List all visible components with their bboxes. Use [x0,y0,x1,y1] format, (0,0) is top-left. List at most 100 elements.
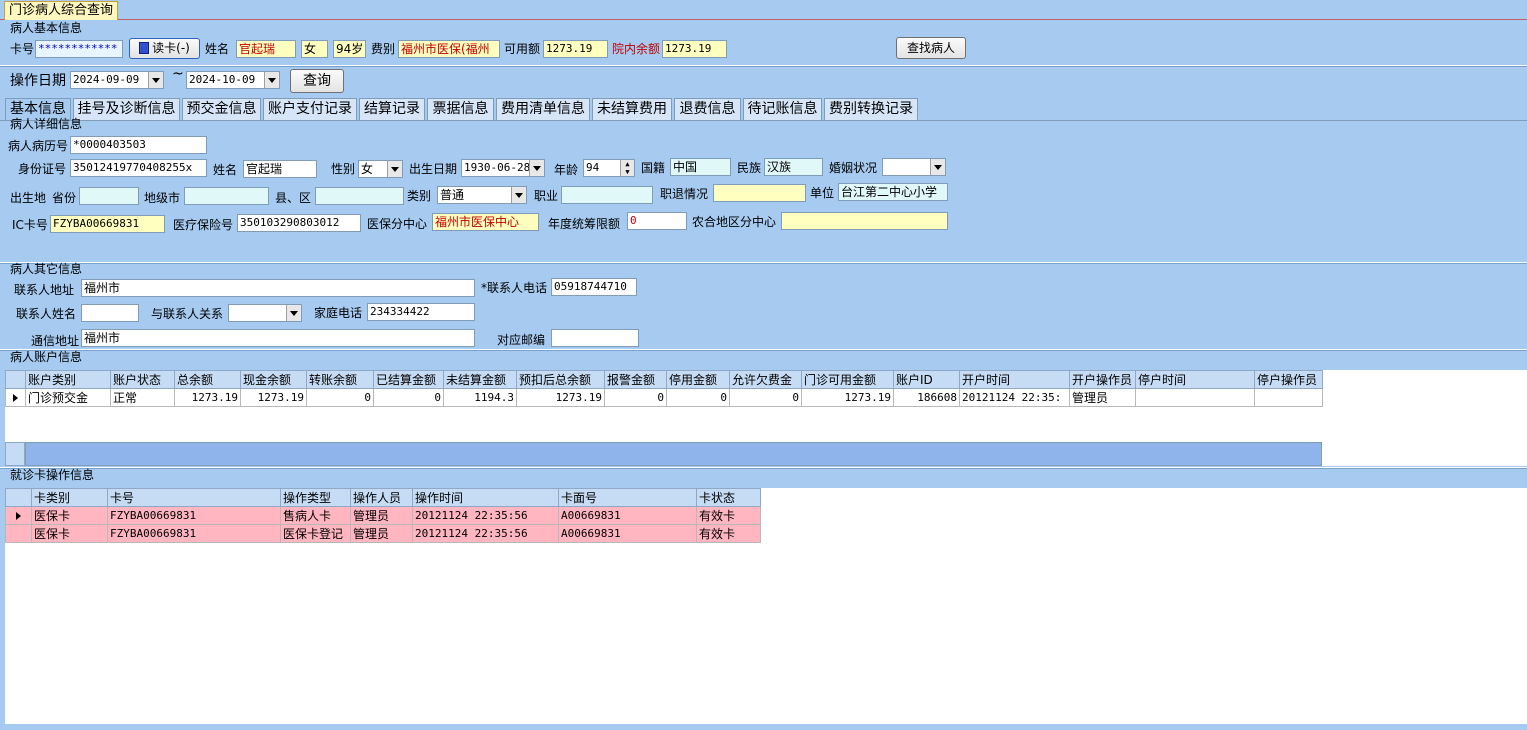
date-to-picker[interactable]: 2024-10-09 [186,71,280,89]
mail-addr-label: 通信地址 [31,334,80,348]
tab-refunds[interactable]: 退费信息 [674,98,741,120]
basic-name-field[interactable]: 官起瑞 [236,40,296,58]
marital-select[interactable] [882,158,946,176]
county-field[interactable] [315,187,404,205]
age-stepper[interactable]: 94 ▲ ▼ [583,159,635,177]
quota-field[interactable]: 0 [627,212,687,230]
id-field[interactable]: 35012419770408255x [70,159,207,177]
column-header[interactable]: 卡类别 [31,488,108,507]
column-header[interactable]: 预扣后总余额 [516,370,605,389]
tab-settlements[interactable]: 结算记录 [359,98,425,120]
table-row[interactable]: 医保卡 FZYBA00669831 售病人卡 管理员 20121124 22:3… [5,506,761,525]
column-header[interactable]: 操作类型 [280,488,351,507]
column-header[interactable]: 开户操作员 [1069,370,1136,389]
table-cell: FZYBA00669831 [107,506,281,525]
column-header[interactable]: 门诊可用金额 [801,370,894,389]
birth-picker[interactable]: 1930-06-28 [461,159,545,177]
tab-prepayment[interactable]: 预交金信息 [182,98,261,120]
tab-fee-list[interactable]: 费用清单信息 [496,98,590,120]
birth-label: 出生日期 [409,162,458,176]
column-header[interactable]: 现金余额 [240,370,307,389]
job-field[interactable] [561,186,653,204]
city-field[interactable] [184,187,269,205]
table-cell: 管理员 [350,506,413,525]
contact-name-field[interactable] [81,304,139,322]
postcode-field[interactable] [551,329,639,347]
contact-addr-field[interactable]: 福州市 [81,279,475,297]
chevron-down-icon[interactable] [264,72,279,88]
nationality-field[interactable]: 中国 [670,158,731,176]
chevron-down-icon[interactable] [286,305,301,321]
sex-select[interactable]: 女 [358,160,403,178]
column-header[interactable]: 已结算金额 [373,370,444,389]
tab-unsettled[interactable]: 未结算费用 [592,98,672,120]
tab-pending-bills[interactable]: 待记账信息 [743,98,822,120]
column-header[interactable]: 停户时间 [1135,370,1255,389]
tab-account-payments[interactable]: 账户支付记录 [263,98,357,120]
unit-field[interactable]: 台江第二中心小学 [838,183,948,201]
account-grid[interactable]: 账户类别 账户状态 总余额 现金余额 转账余额 已结算金额 未结算金额 预扣后总… [5,370,1527,466]
table-cell: 20121124 22:35:56 [412,506,559,525]
category-select[interactable]: 普通 [437,186,527,204]
table-row[interactable]: 门诊预交金 正常 1273.19 1273.19 0 0 1194.3 1273… [5,388,1323,407]
read-card-button[interactable]: 读卡(-) [129,38,200,59]
card-no-field[interactable]: ************ [35,40,123,58]
query-button[interactable]: 查询 [290,69,344,93]
window-tab[interactable]: 门诊病人综合查询 [4,1,119,20]
column-header[interactable]: 开户时间 [959,370,1070,389]
mail-addr-field[interactable]: 福州市 [81,329,475,347]
column-header[interactable]: 操作人员 [350,488,413,507]
home-phone-field[interactable]: 234334422 [367,303,475,321]
column-header[interactable]: 账户状态 [110,370,175,389]
tab-invoices[interactable]: 票据信息 [427,98,494,120]
category-label: 类别 [407,189,432,203]
stepper-arrows-icon[interactable]: ▲ ▼ [620,160,634,176]
contact-addr-label: 联系人地址 [14,283,75,297]
province-field[interactable] [79,187,139,205]
chevron-down-icon[interactable] [511,187,526,203]
column-header[interactable]: 操作时间 [412,488,559,507]
contact-phone-field[interactable]: 05918744710 [551,278,637,296]
table-cell: 管理员 [350,524,413,543]
rural-field[interactable] [781,212,948,230]
table-row[interactable]: 医保卡 FZYBA00669831 医保卡登记 管理员 20121124 22:… [5,524,761,543]
fee-type-field[interactable]: 福州市医保(福州 [398,40,500,58]
chevron-down-icon[interactable] [387,161,402,177]
column-header[interactable]: 总余额 [174,370,241,389]
center-field[interactable]: 福州市医保中心 [432,213,539,231]
card-ops-header-row: 卡类别 卡号 操作类型 操作人员 操作时间 卡面号 卡状态 [5,488,761,507]
column-header[interactable]: 卡号 [107,488,281,507]
tab-registration[interactable]: 挂号及诊断信息 [73,98,180,120]
relation-select[interactable] [228,304,302,322]
retire-field[interactable] [713,184,806,202]
table-cell: A00669831 [558,524,697,543]
ethnic-label: 民族 [737,161,762,175]
column-header[interactable]: 报警金额 [604,370,667,389]
detail-name-field[interactable]: 官起瑞 [243,160,317,178]
column-header[interactable]: 未结算金额 [443,370,517,389]
record-no-field[interactable]: *0000403503 [70,136,207,154]
tab-fee-type-changes[interactable]: 费别转换记录 [824,98,918,120]
available-field[interactable]: 1273.19 [543,40,608,58]
basic-sex-field[interactable]: 女 [301,40,328,58]
column-header[interactable]: 账户类别 [25,370,111,389]
insurance-field[interactable]: 350103290803012 [237,214,361,232]
find-patient-button[interactable]: 查找病人 [896,37,966,59]
table-cell: 0 [729,388,802,407]
basic-age-field[interactable]: 94岁 [333,40,366,58]
balance-field[interactable]: 1273.19 [662,40,727,58]
column-header[interactable]: 停用金额 [666,370,730,389]
ic-field[interactable]: FZYBA00669831 [50,215,165,233]
column-header[interactable]: 账户ID [893,370,960,389]
chevron-down-icon[interactable] [930,159,945,175]
column-header[interactable]: 卡面号 [558,488,697,507]
chevron-down-icon[interactable] [529,160,544,176]
chevron-down-icon[interactable] [148,72,163,88]
column-header[interactable]: 允许欠费金 [729,370,802,389]
column-header[interactable]: 转账余额 [306,370,374,389]
date-from-picker[interactable]: 2024-09-09 [70,71,164,89]
column-header[interactable]: 卡状态 [696,488,761,507]
ethnic-field[interactable]: 汉族 [764,158,823,176]
card-ops-grid[interactable]: 卡类别 卡号 操作类型 操作人员 操作时间 卡面号 卡状态 医保卡 FZYBA0… [5,488,1527,724]
column-header[interactable]: 停户操作员 [1254,370,1323,389]
